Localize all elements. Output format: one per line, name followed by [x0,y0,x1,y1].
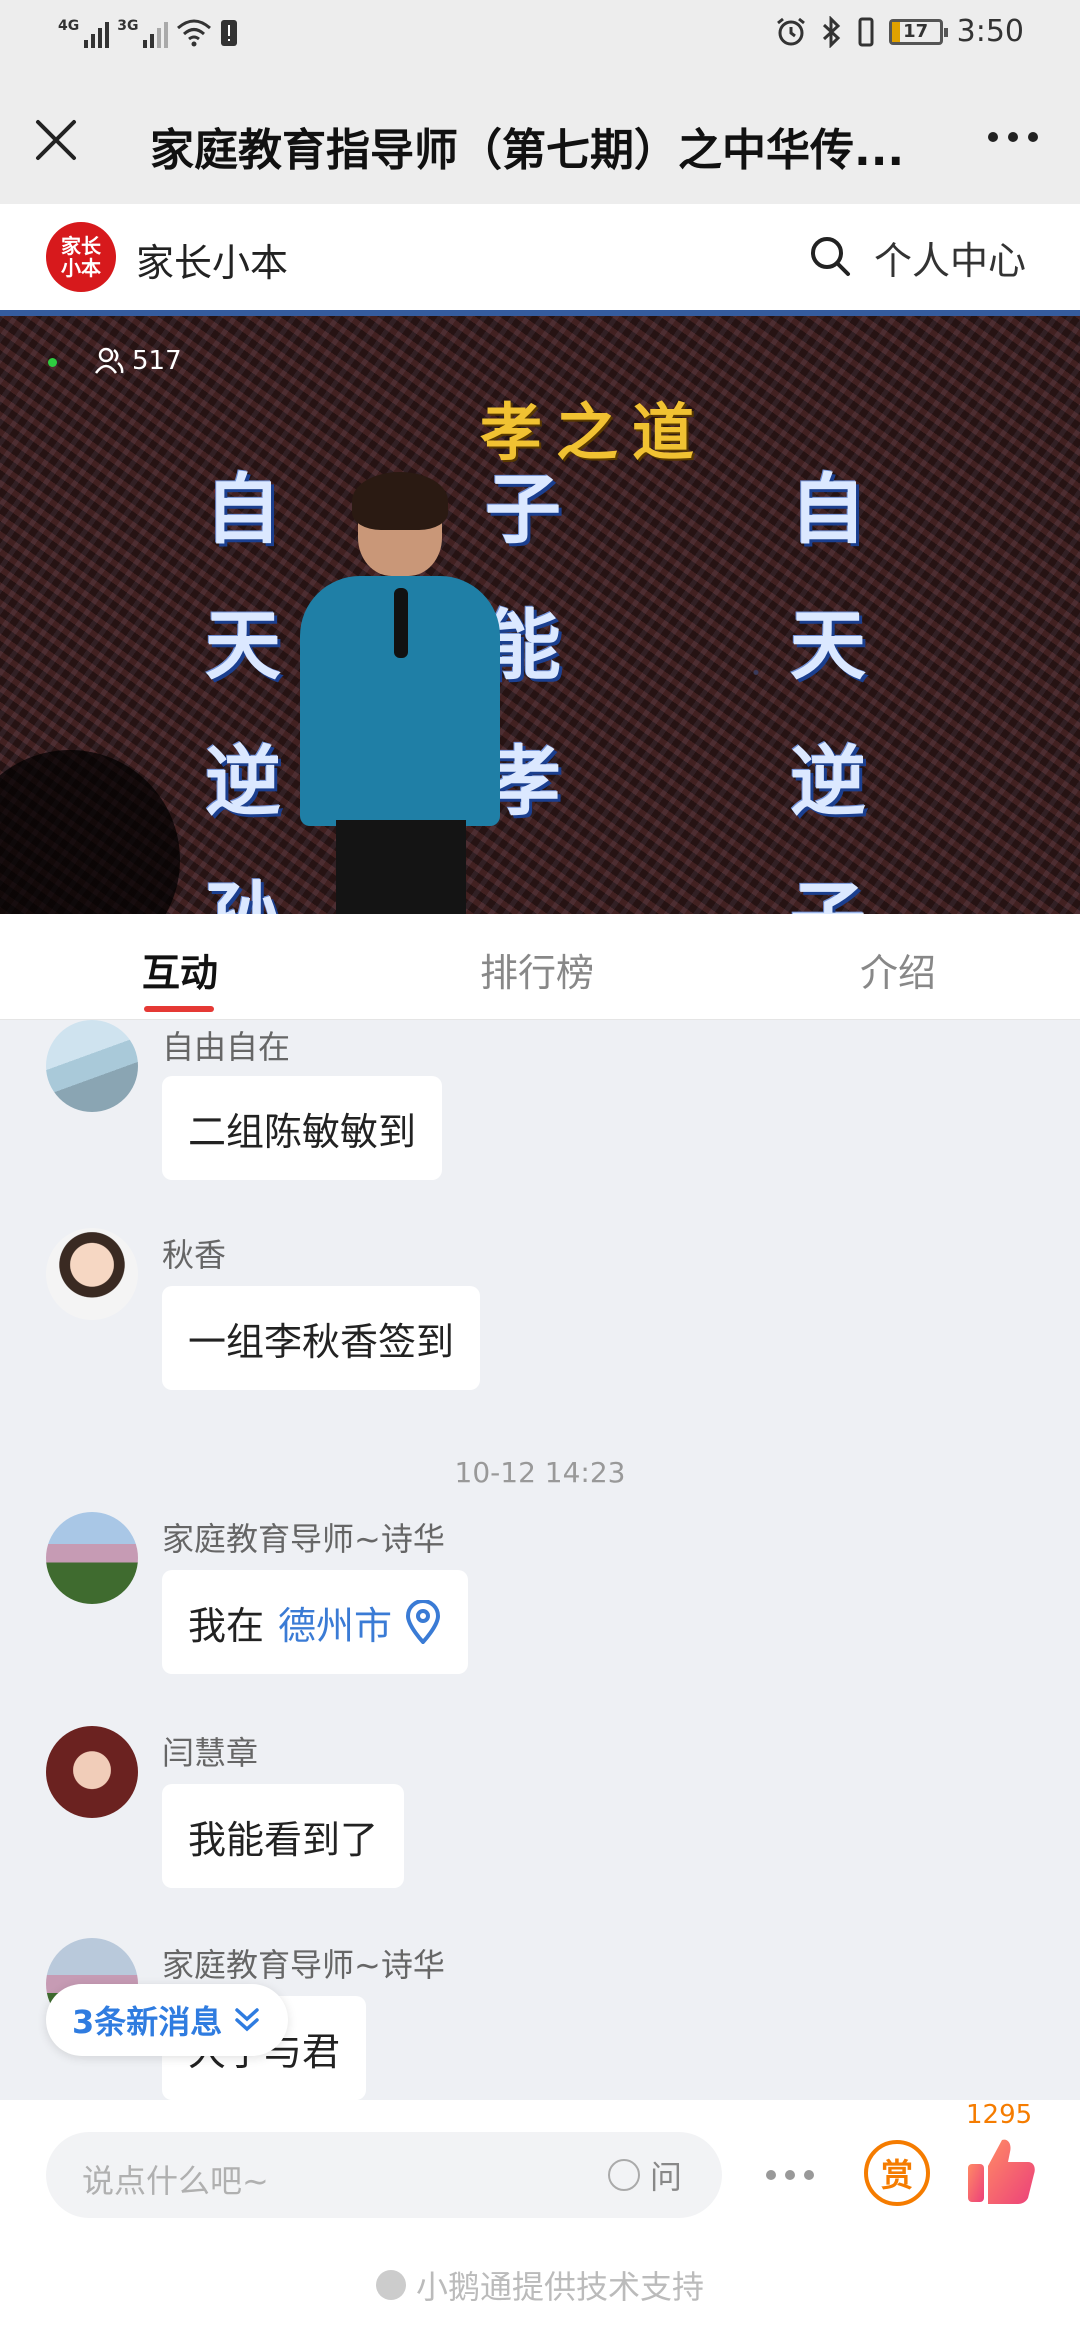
chat-list[interactable]: 自由自在 二组陈敏敏到 秋香 一组李秋香签到 10-12 14:23 家庭教育导… [0,1020,1080,2100]
sender-name: 家庭教育导师~诗华 [162,1946,445,1984]
sim-alert-icon [221,20,238,46]
location-link[interactable]: 德州市 [278,1595,392,1650]
avatar[interactable] [46,1228,138,1320]
like-count: 1295 [966,2100,1033,2130]
shop-logo[interactable]: 家长小本 [46,222,116,292]
reward-button[interactable]: 赏 [864,2140,930,2206]
avatar[interactable] [46,1726,138,1818]
new-messages-button[interactable]: 3条新消息 [46,1984,289,2056]
avatar[interactable] [46,1512,138,1604]
bluetooth-icon [822,15,840,48]
sender-name: 闫慧章 [162,1734,259,1772]
tab-intro[interactable]: 介绍 [860,942,936,997]
shop-name[interactable]: 家长小本 [136,232,288,287]
status-bar: 4G 3G 17 3:50 [0,0,1080,76]
more-menu-icon[interactable] [988,132,1038,142]
signal-3g-icon: 3G [117,18,169,48]
comment-placeholder: 说点什么吧~ [82,2162,269,2200]
video-top-border [0,310,1080,316]
speaker-figure [300,472,500,914]
title-bar: 家庭教育指导师（第七期）之中华传... [0,76,1080,204]
radio-icon [608,2159,640,2191]
avatar[interactable] [46,1020,138,1112]
powered-by: 小鹅通提供技术支持 [0,2262,1080,2308]
tab-interaction[interactable]: 互动 [142,942,218,997]
slide-column-right: 自天逆子 [790,465,866,914]
wifi-icon [177,19,212,47]
message-text: 我在 [188,1603,265,1648]
active-tab-indicator [144,1006,214,1012]
ask-question-toggle[interactable]: 问 [608,2152,682,2198]
tab-ranking[interactable]: 排行榜 [480,942,594,997]
close-icon[interactable] [34,118,78,162]
signal-4g-icon: 4G [58,18,110,48]
bottom-bar: 说点什么吧~ 问 赏 1295 小鹅通提供技术支持 [0,2100,1080,2340]
shop-header: 家长小本 家长小本 个人中心 [0,204,1080,310]
tab-bar: 互动 排行榜 介绍 [0,914,1080,1020]
signal-indicators: 4G 3G [58,18,238,48]
message-bubble[interactable]: 我能看到了 [162,1784,405,1888]
sender-name: 自由自在 [162,1028,291,1066]
sender-name: 家庭教育导师~诗华 [162,1520,445,1558]
comment-input[interactable]: 说点什么吧~ 问 [46,2132,722,2218]
search-icon[interactable] [808,234,852,278]
message-bubble[interactable]: 一组李秋香签到 [162,1286,481,1390]
location-pin-icon [406,1600,441,1644]
battery-icon: 17 [888,18,948,45]
slide-column-left: 自天逆孙 [205,465,281,914]
alarm-icon [776,17,805,45]
live-video-player[interactable]: 517 孝之道 自天逆孙 子能孝 自天逆子 [0,310,1080,914]
audience-silhouette [0,750,180,914]
message-bubble[interactable]: 二组陈敏敏到 [162,1076,443,1180]
viewers-icon [94,347,124,374]
vibrate-icon [858,17,874,46]
xiaoe-logo-icon [375,2270,406,2300]
live-indicator [48,358,57,367]
clock: 3:50 [956,14,1024,49]
sender-name: 秋香 [162,1236,227,1274]
more-actions-icon[interactable] [766,2170,814,2180]
location-bubble[interactable]: 我在 德州市 [162,1570,469,1674]
viewer-count: 517 [94,346,182,376]
page-title: 家庭教育指导师（第七期）之中华传... [150,125,905,176]
chat-timestamp: 10-12 14:23 [454,1456,626,1489]
chevron-down-icon [235,2008,260,2032]
personal-center-link[interactable]: 个人中心 [874,230,1026,285]
status-right: 17 3:50 [775,14,1024,49]
like-thumb-icon[interactable] [966,2134,1036,2206]
